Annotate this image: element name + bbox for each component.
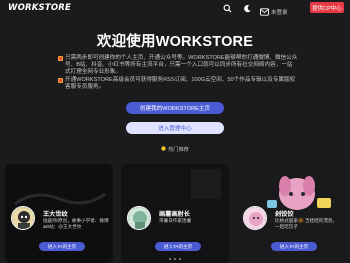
- creator-name: 剁饺饺: [275, 211, 294, 218]
- intro-paragraph: 开通WORKSTORE高级会员可获得服务RSS订阅、100G云空间、50个作品专…: [58, 77, 298, 91]
- visit-homepage-button[interactable]: 进入TA的主页: [39, 242, 85, 251]
- visit-homepage-button[interactable]: 进入TA的主页: [155, 242, 201, 251]
- sparkle-icon: [58, 77, 63, 83]
- avatar: [243, 206, 267, 230]
- creator-name: 王大世纹: [43, 211, 68, 218]
- login-status[interactable]: 未登录: [271, 8, 288, 16]
- pager-dot[interactable]: [174, 258, 176, 260]
- creator-card[interactable]: 剁饺饺 比格式画家🔆 吉娃娃的漂亮，一起吃饺子 进入TA的主页: [237, 164, 345, 263]
- creator-description: 带薯日作家连薯: [159, 218, 192, 223]
- moon-icon[interactable]: [242, 3, 252, 13]
- avatar: [11, 206, 35, 230]
- page-title: 欢迎使用WORKSTORE: [96, 34, 254, 50]
- mail-icon: [260, 3, 269, 21]
- sponsor-center-button[interactable]: 提供CP中心: [310, 2, 344, 13]
- intro-paragraph: 只需两步即可创建你的个人主页、开通公众号等。WORKSTORE能够帮你打通微博、…: [58, 55, 298, 77]
- pager-dot[interactable]: [179, 258, 181, 260]
- pager-dot[interactable]: [169, 258, 171, 260]
- creator-card[interactable]: 王大世纹 插画师/原创，故事小学者、微博&B站：@王大世纹 进入TA的主页: [5, 164, 113, 263]
- creator-card[interactable]: 画薯画射长 带薯日作家连薯 进入TA的主页: [121, 164, 229, 263]
- creator-description: 插画师/原创，故事小学者、微博&B站：@王大世纹: [43, 218, 109, 229]
- intro-text: 只需两步即可创建你的个人主页、开通公众号等。WORKSTORE能够帮你打通微博、…: [58, 55, 298, 91]
- top-bar: WORKSTORE 未登录 提供CP中心: [0, 0, 350, 16]
- sparkle-icon: [58, 56, 63, 61]
- creator-description: 比格式画家🔆 吉娃娃的漂亮，一起吃饺子: [275, 218, 338, 229]
- create-homepage-button[interactable]: 创建我的WORKSTORE主页: [126, 102, 224, 114]
- avatar: [127, 206, 151, 230]
- enter-admin-button[interactable]: 进入管理中心: [126, 122, 224, 134]
- site-logo[interactable]: WORKSTORE: [8, 3, 71, 13]
- user-menu[interactable]: 未登录: [260, 3, 288, 21]
- search-icon[interactable]: [222, 3, 232, 13]
- fire-icon: [161, 146, 166, 153]
- carousel-pager[interactable]: [0, 258, 350, 260]
- creator-name: 画薯画射长: [159, 211, 190, 218]
- visit-homepage-button[interactable]: 进入TA的主页: [271, 242, 317, 251]
- section-heading: 热门推荐: [0, 146, 350, 153]
